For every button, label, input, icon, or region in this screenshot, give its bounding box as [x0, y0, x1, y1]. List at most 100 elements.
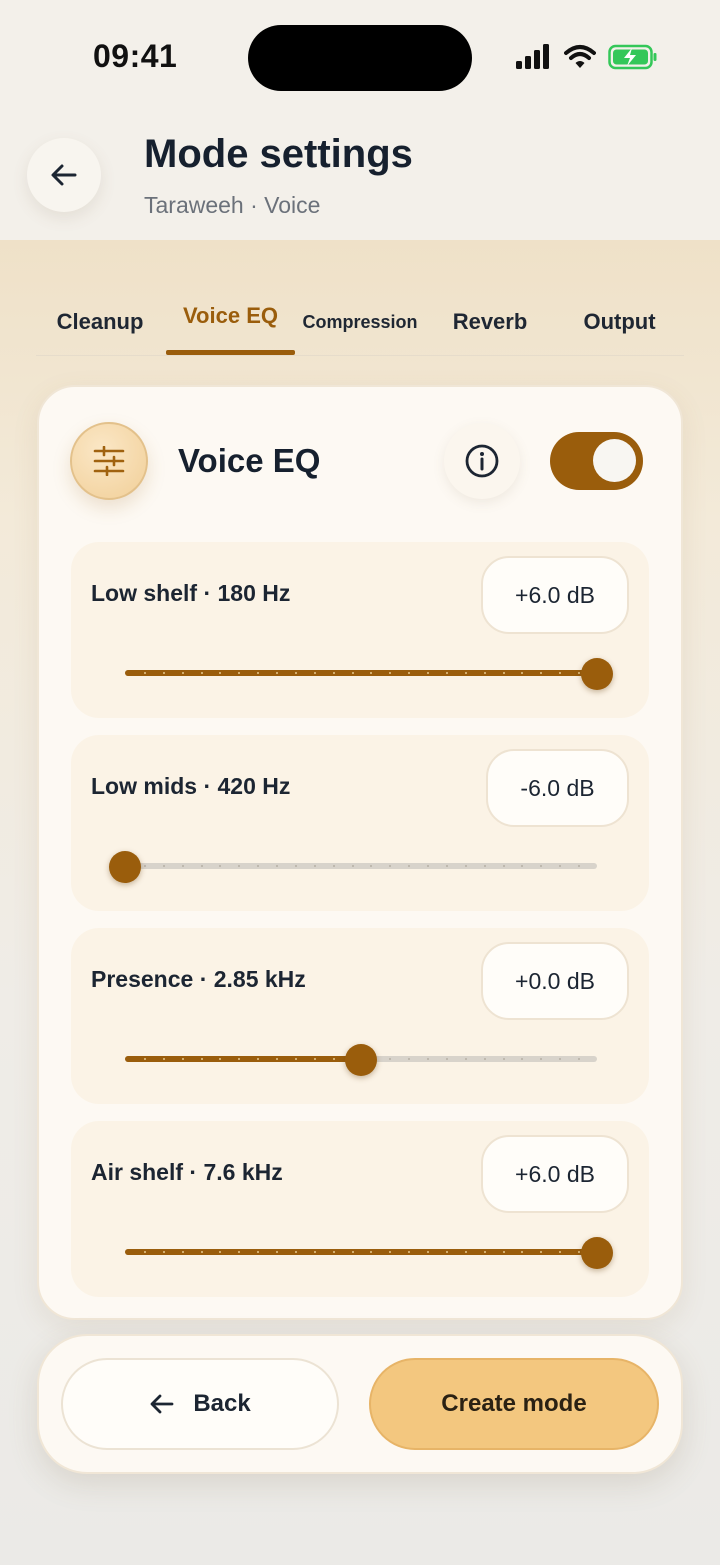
back-button[interactable]: Back	[61, 1358, 339, 1450]
slider-tick	[294, 1058, 297, 1060]
slider-tick	[559, 1058, 562, 1060]
battery-charging-icon	[608, 44, 657, 70]
slider-tick	[464, 672, 467, 674]
slider-tick	[313, 672, 316, 674]
slider-tick	[332, 1058, 335, 1060]
slider-tick	[351, 672, 354, 674]
tab-cleanup[interactable]: Cleanup	[36, 290, 164, 354]
info-button[interactable]	[444, 423, 520, 499]
slider-tick	[502, 1251, 505, 1253]
slider-tick	[483, 865, 486, 867]
arrow-left-icon	[51, 164, 77, 186]
slider-tick	[521, 1058, 524, 1060]
toggle-knob	[593, 439, 636, 482]
slider-tick	[276, 1251, 279, 1253]
status-time: 09:41	[93, 38, 178, 74]
slider-tick	[219, 865, 222, 867]
slider-tick	[143, 865, 146, 867]
slider-tick	[502, 672, 505, 674]
slider-tick	[143, 1058, 146, 1060]
slider-tick	[445, 1251, 448, 1253]
wifi-icon	[564, 45, 596, 68]
slider-thumb[interactable]	[345, 1044, 377, 1076]
slider-tick	[502, 865, 505, 867]
page-title: Mode settings	[144, 132, 413, 176]
eq-band: Low shelf · 180 Hz +6.0 dB	[71, 542, 649, 718]
dynamic-island	[248, 25, 472, 91]
slider-tick	[559, 865, 562, 867]
band-value-button[interactable]: +6.0 dB	[481, 556, 629, 634]
voice-eq-toggle[interactable]	[550, 432, 643, 490]
slider-tick	[200, 672, 203, 674]
slider-tick	[181, 1251, 184, 1253]
slider-tick	[445, 865, 448, 867]
slider-track[interactable]	[125, 1249, 597, 1255]
slider-tick	[370, 865, 373, 867]
slider-tick	[162, 672, 165, 674]
create-mode-label: Create mode	[441, 1390, 587, 1417]
slider-tick	[238, 865, 241, 867]
slider-tick	[276, 865, 279, 867]
band-label: Low shelf · 180 Hz	[91, 580, 291, 606]
slider-thumb[interactable]	[581, 658, 613, 690]
slider-tick	[578, 865, 581, 867]
slider-tick	[540, 1058, 543, 1060]
slider-tick	[181, 1058, 184, 1060]
slider-tick	[464, 865, 467, 867]
slider-tick	[427, 1058, 430, 1060]
band-value-button[interactable]: -6.0 dB	[486, 749, 629, 827]
slider-tick	[483, 1251, 486, 1253]
arrow-left-icon	[150, 1394, 174, 1414]
tab-reverb[interactable]: Reverb	[426, 290, 554, 354]
slider-tick	[464, 1251, 467, 1253]
slider-fill	[125, 1249, 597, 1255]
settings-tabs: Cleanup Voice EQ Compression Reverb Outp…	[36, 290, 684, 356]
slider-tick	[408, 1058, 411, 1060]
slider-tick	[294, 1251, 297, 1253]
slider-tick	[181, 672, 184, 674]
slider-tick	[276, 672, 279, 674]
slider-tick	[313, 1251, 316, 1253]
slider-tick	[502, 1058, 505, 1060]
slider-tick	[332, 672, 335, 674]
band-label: Air shelf · 7.6 kHz	[91, 1159, 283, 1185]
slider-tick	[257, 865, 260, 867]
slider-tick	[540, 865, 543, 867]
tab-compression[interactable]: Compression	[296, 290, 424, 354]
slider-tick	[389, 1058, 392, 1060]
slider-tick	[162, 1251, 165, 1253]
page-subtitle: Taraweeh · Voice	[144, 192, 321, 218]
slider-tick	[351, 865, 354, 867]
slider-thumb[interactable]	[581, 1237, 613, 1269]
header-back-button[interactable]	[27, 138, 101, 212]
slider-tick	[294, 672, 297, 674]
create-mode-button[interactable]: Create mode	[369, 1358, 659, 1450]
slider-tick	[445, 672, 448, 674]
slider-tick	[332, 1251, 335, 1253]
slider-tick	[483, 1058, 486, 1060]
slider-tick	[578, 1058, 581, 1060]
sliders-icon	[70, 422, 148, 500]
eq-band: Presence · 2.85 kHz +0.0 dB	[71, 928, 649, 1104]
slider-tick	[143, 672, 146, 674]
slider-tick	[294, 865, 297, 867]
slider-tick	[408, 865, 411, 867]
eq-band: Low mids · 420 Hz -6.0 dB	[71, 735, 649, 911]
band-label: Presence · 2.85 kHz	[91, 966, 306, 992]
slider-tick	[200, 1251, 203, 1253]
slider-tick	[427, 865, 430, 867]
slider-tick	[521, 865, 524, 867]
band-label: Low mids · 420 Hz	[91, 773, 291, 799]
slider-tick	[313, 1058, 316, 1060]
slider-track[interactable]	[125, 863, 597, 869]
status-icons	[516, 44, 658, 70]
band-value-button[interactable]: +0.0 dB	[481, 942, 629, 1020]
slider-track[interactable]	[125, 670, 597, 676]
slider-tick	[143, 1251, 146, 1253]
tab-output[interactable]: Output	[555, 290, 684, 354]
slider-fill	[125, 670, 597, 676]
tab-voice-eq[interactable]: Voice EQ	[166, 284, 295, 348]
slider-thumb[interactable]	[109, 851, 141, 883]
slider-tick	[483, 672, 486, 674]
band-value-button[interactable]: +6.0 dB	[481, 1135, 629, 1213]
